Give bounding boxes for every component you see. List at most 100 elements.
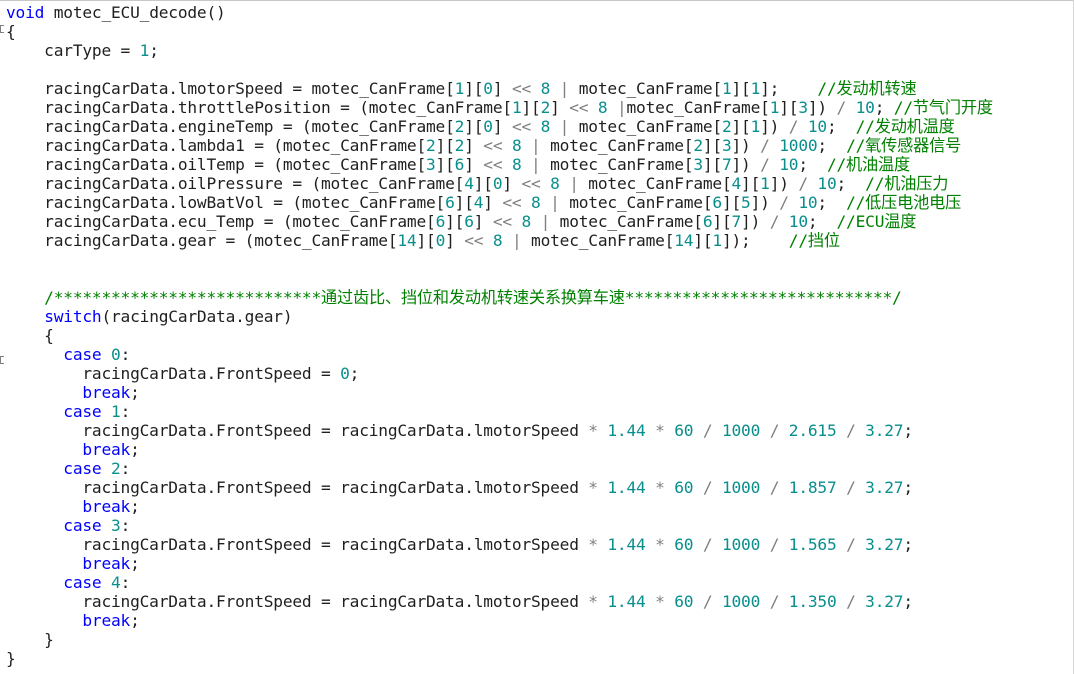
code-token: //ECU温度 xyxy=(836,212,917,231)
code-token: 8 xyxy=(550,174,560,193)
code-line: racingCarData.lowBatVol = (motec_CanFram… xyxy=(6,193,961,212)
code-token: racingCarData.oilPressure = (motec_CanFr… xyxy=(6,174,465,193)
code-token: ] xyxy=(492,79,512,98)
code-token: * xyxy=(588,421,598,440)
code-token: 2 xyxy=(111,459,121,478)
code-token: racingCarData.FrontSpeed = racingCarData… xyxy=(6,592,589,611)
code-token: ] xyxy=(492,117,512,136)
code-editor[interactable]: void motec_ECU_decode(){ carType = 1; ra… xyxy=(0,0,1074,674)
code-token: ][ xyxy=(435,136,455,155)
code-token: / xyxy=(760,155,770,174)
code-token: 3.27 xyxy=(865,535,904,554)
code-token: 1 xyxy=(454,79,465,98)
code-token: break xyxy=(82,440,131,459)
code-token: ]) xyxy=(750,193,780,212)
code-token: 6 xyxy=(435,212,446,231)
code-token: 10 xyxy=(807,117,827,136)
code-token: ][ xyxy=(693,231,713,250)
code-token: //挡位 xyxy=(788,231,840,250)
code-token: ]) xyxy=(807,98,837,117)
code-token: //氧传感器信号 xyxy=(846,136,962,155)
code-token: << xyxy=(511,79,532,98)
code-token: racingCarData.FrontSpeed = racingCarData… xyxy=(6,421,589,440)
code-token: / xyxy=(702,478,713,497)
code-token: / xyxy=(836,98,847,117)
code-token: 0 xyxy=(111,345,121,364)
code-line: racingCarData.FrontSpeed = 0; xyxy=(6,364,359,383)
code-token: 60 xyxy=(674,421,694,440)
code-token: motec_CanFrame[ xyxy=(569,79,722,98)
code-token: 4 xyxy=(111,573,121,592)
code-token: / xyxy=(769,421,780,440)
code-token: << xyxy=(492,212,512,231)
code-token: ; xyxy=(807,212,837,231)
code-token: ; xyxy=(836,174,866,193)
code-token: ; xyxy=(130,611,140,630)
code-token: 2 xyxy=(454,136,465,155)
code-token: ][ xyxy=(731,79,751,98)
code-token: : xyxy=(120,345,131,364)
code-token: 4 xyxy=(473,193,484,212)
code-token: ; xyxy=(130,383,140,402)
code-line: break; xyxy=(6,554,139,573)
code-token: racingCarData.throttlePosition = (motec_… xyxy=(6,98,512,117)
code-token: 10 xyxy=(788,212,808,231)
code-token: 6 xyxy=(702,212,713,231)
code-token: carType = xyxy=(6,41,140,60)
code-token: 3 xyxy=(721,136,732,155)
code-token: 3.27 xyxy=(865,592,904,611)
fold-marker-icon[interactable] xyxy=(0,356,4,364)
code-token: racingCarData.oilTemp = (motec_CanFrame[ xyxy=(6,155,427,174)
fold-marker-icon[interactable] xyxy=(0,25,4,33)
code-token: << xyxy=(569,98,589,117)
code-token: 60 xyxy=(674,592,694,611)
code-token: ][ xyxy=(712,212,732,231)
code-token: /****************************通过齿比、挡位和发动机… xyxy=(6,288,902,307)
code-token: case xyxy=(63,516,102,535)
code-token: ; xyxy=(903,421,913,440)
code-token: 60 xyxy=(674,478,694,497)
code-token: void xyxy=(6,3,45,22)
code-token: / xyxy=(702,535,713,554)
code-token: ]; xyxy=(760,79,818,98)
code-token: / xyxy=(760,136,770,155)
code-token: ] xyxy=(445,231,465,250)
code-token: / xyxy=(769,535,780,554)
code-token: 7 xyxy=(731,212,742,231)
code-token: racingCarData.FrontSpeed = xyxy=(6,364,341,383)
code-token: 10 xyxy=(798,193,818,212)
code-token: 1 xyxy=(111,402,121,421)
code-token: //发动机转速 xyxy=(817,79,917,98)
code-token: << xyxy=(511,117,532,136)
code-line: case 1: xyxy=(6,402,130,421)
code-token: | xyxy=(531,136,541,155)
code-token: 6 xyxy=(454,155,465,174)
code-line: racingCarData.FrontSpeed = racingCarData… xyxy=(6,535,913,554)
